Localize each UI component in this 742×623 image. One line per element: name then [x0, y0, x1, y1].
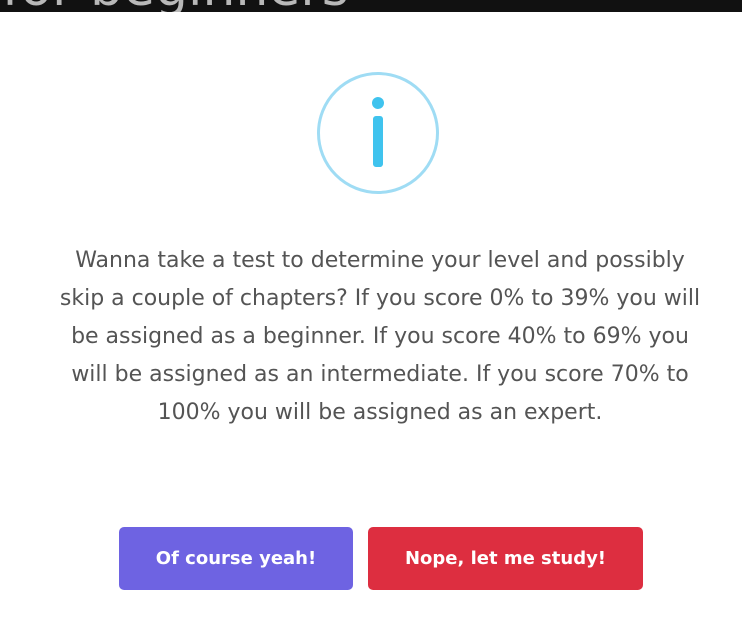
info-icon-stem: [373, 116, 383, 167]
test-prompt-dialog: Wanna take a test to determine your leve…: [10, 12, 742, 623]
dialog-message: Wanna take a test to determine your leve…: [59, 248, 701, 425]
info-icon-dot: [372, 97, 384, 109]
deny-button[interactable]: Nope, let me study!: [368, 527, 643, 590]
confirm-button[interactable]: Of course yeah!: [119, 527, 353, 590]
page-backdrop: for beginners: [0, 0, 742, 12]
info-icon: [317, 72, 439, 194]
backdrop-heading: for beginners: [2, 0, 349, 12]
